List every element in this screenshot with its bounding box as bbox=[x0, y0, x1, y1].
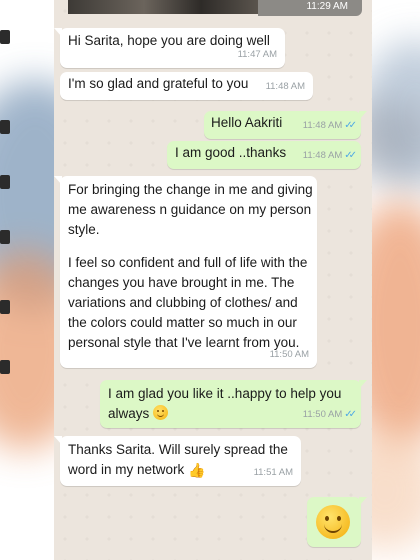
message-outgoing[interactable]: I am good ..thanks 11:48 AM ✓✓ bbox=[167, 141, 361, 169]
smiling-face-icon bbox=[153, 405, 169, 420]
message-time: 11:50 AM bbox=[269, 349, 309, 360]
message-text: I'm so glad and grateful to you bbox=[68, 76, 249, 91]
message-text: For bringing the change in me and giving… bbox=[68, 182, 313, 350]
read-receipt-icon: ✓✓ bbox=[344, 409, 357, 420]
message-time: 11:50 AM ✓✓ bbox=[302, 409, 357, 420]
message-time: 11:48 AM ✓✓ bbox=[302, 150, 357, 161]
thumbs-up-icon: 👍 bbox=[188, 462, 206, 478]
message-time: 11:51 AM bbox=[253, 467, 293, 478]
message-outgoing[interactable]: I am glad you like it ..happy to help yo… bbox=[100, 380, 367, 428]
message-text: Hello Aakriti bbox=[211, 115, 283, 130]
read-receipt-icon: ✓✓ bbox=[344, 120, 357, 131]
message-incoming[interactable]: For bringing the change in me and giving… bbox=[54, 176, 317, 368]
message-incoming[interactable]: I'm so glad and grateful to you 11:48 AM bbox=[60, 72, 313, 100]
smiling-face-icon bbox=[316, 505, 350, 539]
message-time: 11:48 AM bbox=[265, 81, 305, 92]
message-outgoing-emoji[interactable] bbox=[307, 497, 367, 547]
message-outgoing[interactable]: Hello Aakriti 11:48 AM ✓✓ bbox=[204, 111, 367, 139]
message-time: 11:48 AM ✓✓ bbox=[302, 120, 357, 131]
shared-photo-strip[interactable] bbox=[68, 0, 258, 14]
read-receipt-icon: ✓✓ bbox=[344, 150, 357, 161]
message-time: 11:47 AM bbox=[237, 49, 277, 60]
message-incoming[interactable]: Thanks Sarita. Will surely spread the wo… bbox=[54, 436, 301, 486]
message-text: I am good ..thanks bbox=[175, 145, 287, 160]
chat-screenshot: 11:29 AM Hi Sarita, hope you are doing w… bbox=[54, 0, 372, 560]
message-incoming[interactable]: Hi Sarita, hope you are doing well 11:47… bbox=[54, 28, 285, 68]
photo-timestamp: 11:29 AM bbox=[258, 0, 362, 16]
